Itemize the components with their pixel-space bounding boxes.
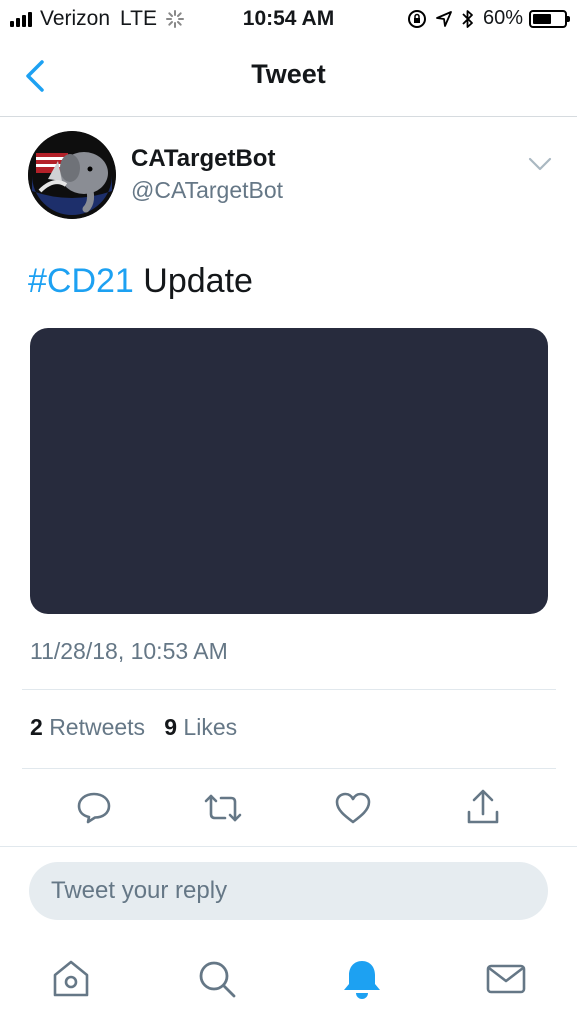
battery-icon [529,9,570,28]
likes-count: 9 [164,714,178,740]
retweets-stat[interactable]: 2 Retweets [30,714,145,740]
retweets-label: Retweets [49,714,146,740]
search-icon[interactable] [193,955,241,1003]
avatar[interactable] [28,131,116,219]
divider [0,846,577,847]
tweet-timestamp: 11/28/18, 10:53 AM [30,638,228,664]
divider [22,768,556,769]
chevron-down-icon[interactable] [526,150,554,178]
bluetooth-icon [462,9,473,28]
reply-icon[interactable] [72,786,116,830]
tweet-media[interactable] [30,328,548,614]
battery-percent: 60% [482,7,523,29]
display-name[interactable]: CATargetBot [131,145,275,173]
likes-stat[interactable]: 9 Likes [164,714,237,740]
messages-icon[interactable] [482,955,530,1003]
likes-label: Likes [183,714,238,740]
tweet-body-text: Update [133,262,253,300]
orientation-lock-icon [407,9,426,28]
home-icon[interactable] [47,955,95,1003]
hashtag-link[interactable]: #CD21 [28,262,134,300]
share-icon[interactable] [461,786,505,830]
status-bar: Verizon LTE 10:54 AM 60% [0,0,577,38]
notifications-icon[interactable] [338,955,386,1003]
status-right: 60% [407,7,570,30]
page-title: Tweet [251,59,326,89]
tweet-stats: 2 Retweets 9 Likes [30,714,237,741]
divider [22,689,556,690]
elephant-donkey-logo-icon [28,131,116,219]
tweet-text: #CD21 Update [28,262,253,301]
like-icon[interactable] [331,786,375,830]
location-arrow-icon [436,10,452,27]
retweets-count: 2 [30,714,43,740]
nav-bar: Tweet [0,38,577,117]
reply-input[interactable] [29,862,548,920]
user-handle[interactable]: @CATargetBot [131,177,283,204]
retweet-icon[interactable] [201,786,245,830]
